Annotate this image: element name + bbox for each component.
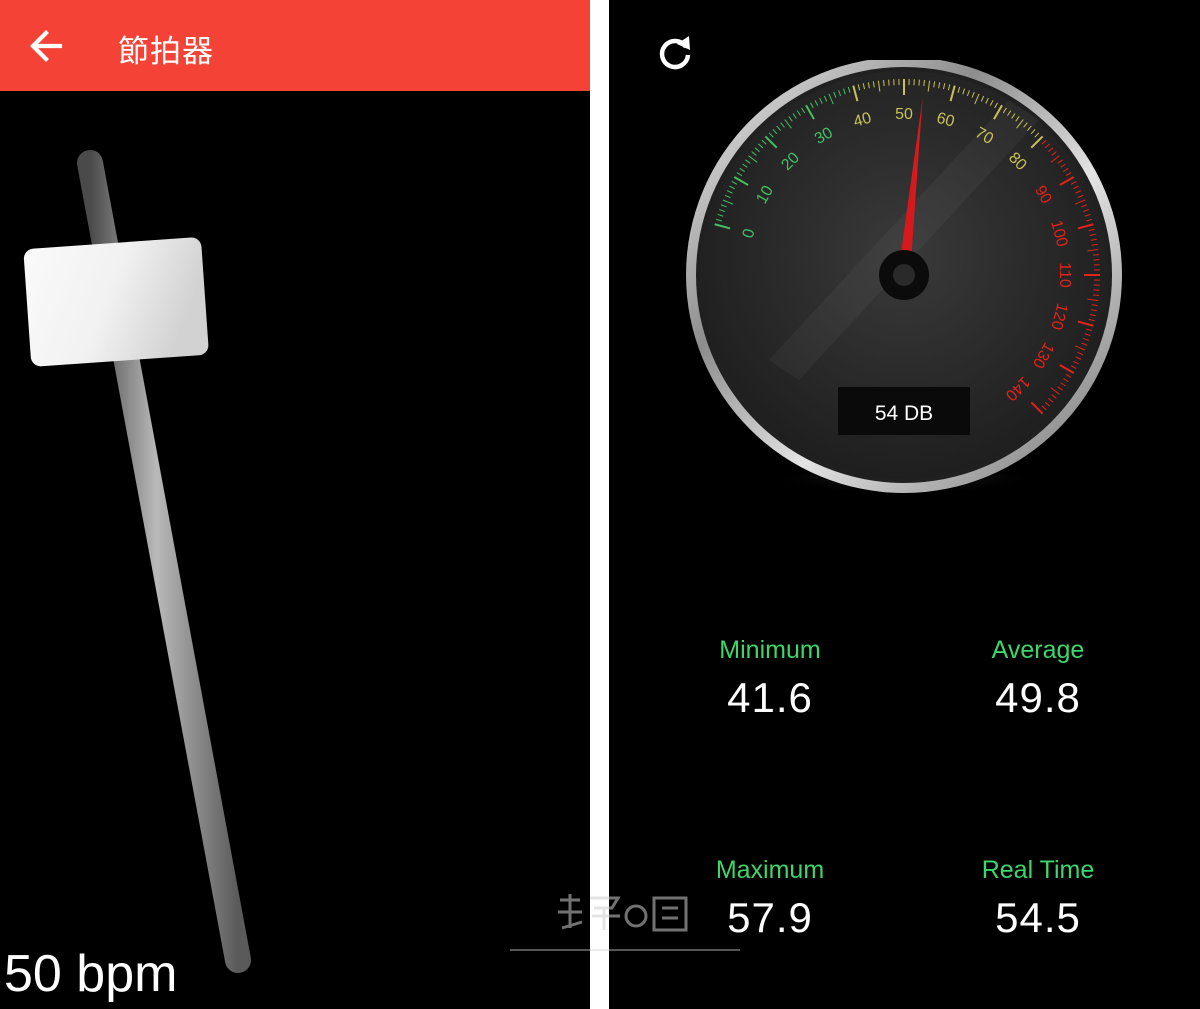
gauge-readout: 54 DB	[875, 402, 933, 425]
sound-meter-screen: 0 10 20 30 40 50 60 70 80 90 100 110 120 130 140 54 DB…	[609, 0, 1200, 1009]
pendulum-weight[interactable]	[23, 237, 209, 367]
stat-average-label: Average	[991, 636, 1085, 664]
gauge-tick	[1092, 294, 1099, 296]
stat-real-time-value: 54.5	[995, 894, 1081, 941]
back-button[interactable]	[18, 22, 74, 70]
gauge-tick	[883, 80, 885, 87]
decibel-gauge: 010203040 50 60708090100110120130140 54 DB	[686, 60, 1122, 494]
tempo-label: 50 bpm	[4, 945, 178, 1003]
stat-minimum-label: Minimum	[719, 636, 821, 664]
gauge-tick	[1092, 254, 1099, 256]
stat-minimum-value: 41.6	[727, 674, 813, 721]
stat-average-value: 49.8	[995, 674, 1081, 721]
app-bar: 節拍器	[0, 0, 590, 91]
arrow-back-icon	[30, 30, 63, 62]
stat-maximum: Maximum 57.9	[650, 855, 890, 943]
stat-maximum-value: 57.9	[727, 894, 813, 941]
gauge-tick	[923, 80, 925, 87]
stat-minimum: Minimum 41.6	[650, 635, 890, 723]
page-title: 節拍器	[118, 34, 214, 70]
gauge-tick-label: 50	[895, 106, 913, 123]
metronome-pendulum	[23, 150, 251, 973]
metronome-screen: 節拍器 50 bpm	[0, 0, 590, 1009]
stat-real-time-label: Real Time	[981, 856, 1095, 884]
stat-maximum-label: Maximum	[715, 856, 825, 884]
stat-average: Average 49.8	[918, 635, 1158, 723]
stat-real-time: Real Time 54.5	[918, 855, 1158, 943]
gauge-tick-label: 110	[1056, 262, 1073, 288]
